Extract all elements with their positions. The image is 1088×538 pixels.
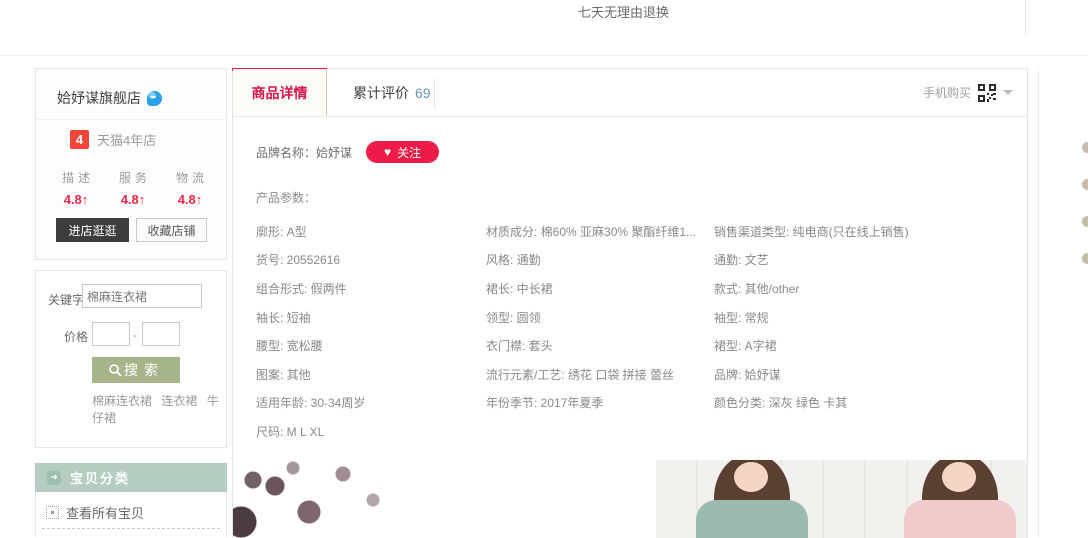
top-strip: 七天无理由退换 xyxy=(0,0,1088,56)
dotted-divider-vertical xyxy=(1038,68,1039,537)
rail-nav-dot[interactable] xyxy=(1082,179,1088,190)
product-image-strip xyxy=(233,460,1027,538)
param-cell: 流行元素/工艺: 绣花 口袋 拼接 蕾丝 xyxy=(486,366,714,383)
tmall-years-label: 天猫4年店 xyxy=(97,130,156,149)
param-cell: 图案: 其他 xyxy=(256,366,486,383)
keyword-label: 关键字 xyxy=(48,291,84,308)
brand-row: 品牌名称：姶妤谋 ♥ 关注 xyxy=(256,141,439,163)
all-items-icon xyxy=(46,506,59,519)
param-row: 袖长: 短袖领型: 圆领袖型: 常规 xyxy=(256,303,1016,332)
param-cell: 腰型: 宽松腰 xyxy=(256,337,486,354)
wangwang-icon[interactable] xyxy=(147,91,162,106)
param-cell: 货号: 20552616 xyxy=(256,251,486,268)
rating-value-description: 4.8↑ xyxy=(58,192,94,207)
param-cell: 材质成分: 棉60% 亚麻30% 聚酯纤维1... xyxy=(486,223,714,240)
mobile-buy-label: 手机购买 xyxy=(923,84,971,101)
param-row: 货号: 20552616风格: 通勤通勤: 文艺 xyxy=(256,246,1016,275)
rating-value-service: 4.8↑ xyxy=(115,192,151,207)
param-cell: 适用年龄: 30-34周岁 xyxy=(256,394,486,411)
search-icon xyxy=(108,363,122,377)
param-cell: 颜色分类: 深灰 绿色 卡其 xyxy=(714,394,1016,411)
param-cell: 衣门襟: 套头 xyxy=(486,337,714,354)
brand-label: 品牌名称： xyxy=(256,146,316,160)
param-row: 腰型: 宽松腰衣门襟: 套头裙型: A字裙 xyxy=(256,331,1016,360)
param-row: 适用年龄: 30-34周岁年份季节: 2017年夏季颜色分类: 深灰 绿色 卡其 xyxy=(256,389,1016,418)
param-row: 廓形: A型材质成分: 棉60% 亚麻30% 聚酯纤维1...销售渠道类型: 纯… xyxy=(256,217,1016,246)
chevron-down-icon[interactable] xyxy=(1003,90,1013,95)
params-grid: 廓形: A型材质成分: 棉60% 亚麻30% 聚酯纤维1...销售渠道类型: 纯… xyxy=(256,217,1016,446)
param-cell: 销售渠道类型: 纯电商(只在线上销售) xyxy=(714,223,1016,240)
tab-reviews-count: 69 xyxy=(415,85,431,101)
tab-product-detail[interactable]: 商品详情 xyxy=(233,69,327,116)
shop-info-panel: 姶妤谋旗舰店 4 天猫4年店 描述 4.8↑ 服务 4.8↑ 物流 4.8↑ 进… xyxy=(35,68,227,260)
product-detail-panel: 商品详情 累计评价 69 手机购买 品牌名称：姶妤谋 ♥ 关注 xyxy=(232,68,1028,538)
rail-nav-dot[interactable] xyxy=(1082,216,1088,227)
price-label: 价格 xyxy=(64,328,88,345)
category-header-title: 宝贝分类 xyxy=(70,468,130,487)
tab-product-detail-label: 商品详情 xyxy=(252,83,308,103)
rating-label-service: 服务 xyxy=(119,169,151,186)
tab-reviews-label: 累计评价 xyxy=(353,83,409,103)
arrow-right-icon: ➜ xyxy=(47,471,61,485)
params-title: 产品参数： xyxy=(256,189,316,206)
tab-reviews[interactable]: 累计评价 69 xyxy=(327,69,457,116)
mobile-buy[interactable]: 手机购买 xyxy=(923,69,1013,116)
hot-search-links: 棉麻连衣裙 连衣裙 牛仔裙 xyxy=(92,393,222,427)
price-max-input[interactable] xyxy=(142,322,180,346)
brand-value[interactable]: 姶妤谋 xyxy=(316,146,352,160)
param-cell: 尺码: M L XL xyxy=(256,423,486,440)
divider xyxy=(36,119,226,120)
rating-label-description: 描述 xyxy=(62,169,94,186)
param-cell: 年份季节: 2017年夏季 xyxy=(486,394,714,411)
param-cell: 廓形: A型 xyxy=(256,223,486,240)
favorite-shop-button[interactable]: 收藏店铺 xyxy=(136,218,207,242)
top-divider-line xyxy=(1025,0,1026,34)
param-row: 组合形式: 假两件裙长: 中长裙款式: 其他/other xyxy=(256,274,1016,303)
enter-shop-button[interactable]: 进店逛逛 xyxy=(56,218,129,242)
search-button[interactable]: 搜索 xyxy=(92,357,180,383)
param-row: 尺码: M L XL xyxy=(256,417,1016,446)
dashed-divider xyxy=(42,528,220,529)
seven-day-return-notice: 七天无理由退换 xyxy=(578,2,669,21)
floral-artwork-image xyxy=(233,460,461,538)
hot-link[interactable]: 连衣裙 xyxy=(161,394,197,408)
param-row: 图案: 其他流行元素/工艺: 绣花 口袋 拼接 蕾丝品牌: 姶妤谋 xyxy=(256,360,1016,389)
rating-label-logistics: 物流 xyxy=(176,169,208,186)
hot-link[interactable]: 棉麻连衣裙 xyxy=(92,394,152,408)
param-cell: 裙长: 中长裙 xyxy=(486,280,714,297)
category-panel-body: 查看所有宝贝 xyxy=(35,492,227,537)
price-min-input[interactable] xyxy=(92,322,130,346)
models-photo xyxy=(656,460,1027,538)
category-header: ➜ 宝贝分类 xyxy=(35,463,227,492)
shop-ratings: 描述 4.8↑ 服务 4.8↑ 物流 4.8↑ xyxy=(58,169,208,207)
model-pink-dress xyxy=(904,460,1016,538)
param-cell: 裙型: A字裙 xyxy=(714,337,1016,354)
shop-search-panel: 关键字 价格 - 搜索 棉麻连衣裙 连衣裙 牛仔裙 xyxy=(35,270,227,448)
rating-value-logistics: 4.8↑ xyxy=(172,192,208,207)
qr-code-icon xyxy=(978,84,996,102)
price-range-separator: - xyxy=(133,328,137,342)
follow-button-label: 关注 xyxy=(397,144,421,161)
shop-name[interactable]: 姶妤谋旗舰店 xyxy=(57,88,141,108)
rail-nav-dot[interactable] xyxy=(1082,142,1088,153)
view-all-items-link[interactable]: 查看所有宝贝 xyxy=(46,503,144,522)
heart-icon: ♥ xyxy=(384,146,391,158)
param-cell: 袖长: 短袖 xyxy=(256,309,486,326)
param-cell: 款式: 其他/other xyxy=(714,280,1016,297)
param-cell: 通勤: 文艺 xyxy=(714,251,1016,268)
param-cell: 风格: 通勤 xyxy=(486,251,714,268)
param-cell: 袖型: 常规 xyxy=(714,309,1016,326)
search-button-label: 搜索 xyxy=(124,360,164,380)
view-all-items-label: 查看所有宝贝 xyxy=(66,503,144,522)
model-teal-dress xyxy=(696,460,808,538)
follow-brand-button[interactable]: ♥ 关注 xyxy=(366,141,439,163)
param-cell: 组合形式: 假两件 xyxy=(256,280,486,297)
rail-nav-dot[interactable] xyxy=(1082,253,1088,264)
keyword-input[interactable] xyxy=(82,284,202,308)
detail-tabbar: 商品详情 累计评价 69 手机购买 xyxy=(233,69,1027,117)
param-cell: 品牌: 姶妤谋 xyxy=(714,366,1016,383)
param-cell: 领型: 圆领 xyxy=(486,309,714,326)
tmall-years-badge: 4 xyxy=(70,130,89,149)
dotted-divider xyxy=(434,78,435,107)
